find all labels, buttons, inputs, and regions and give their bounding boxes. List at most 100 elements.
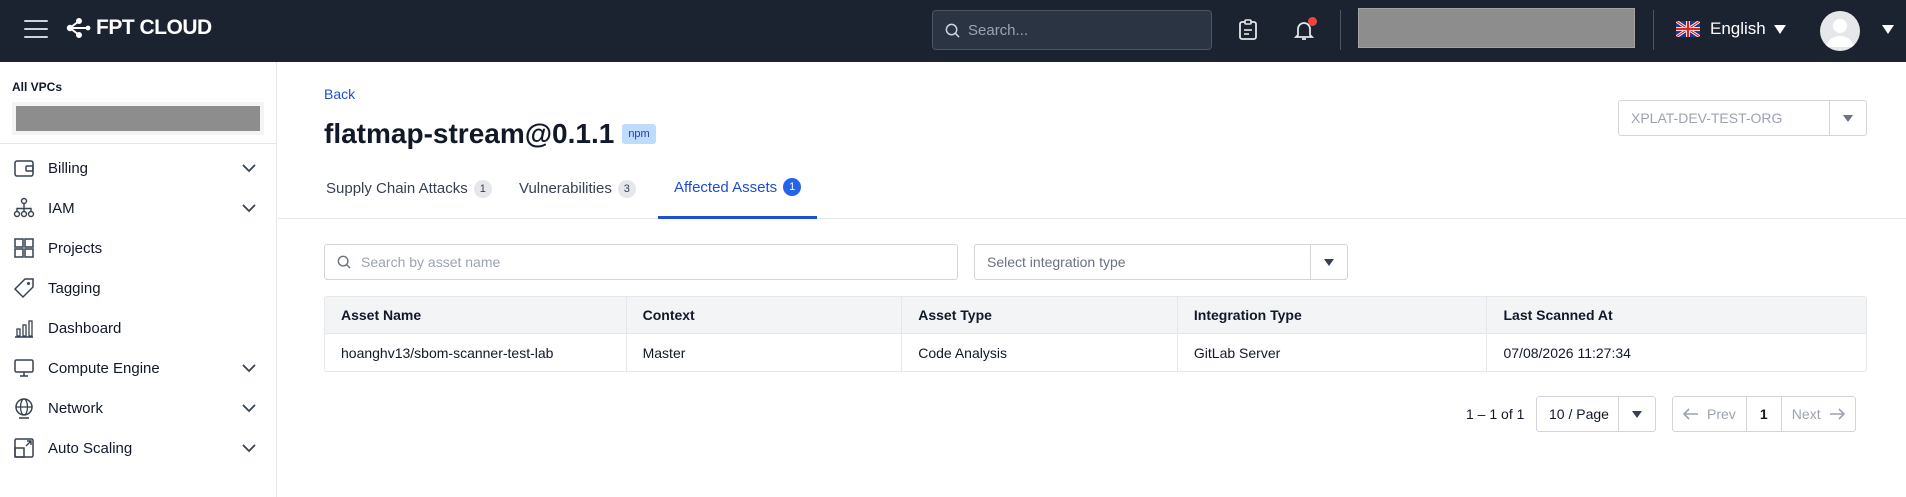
pagination: Prev 1 Next [1672, 396, 1856, 432]
monitor-icon [13, 357, 35, 379]
tab-affected-assets[interactable]: Affected Assets 1 [658, 158, 818, 219]
table-row[interactable]: hoanghv13/sbom-scanner-test-lab Master C… [325, 334, 1866, 371]
avatar[interactable] [1820, 11, 1860, 51]
vpc-label: All VPCs [12, 80, 63, 94]
language-selector[interactable]: English [1676, 19, 1786, 39]
user-icon [1826, 19, 1854, 47]
chevron-down-icon [242, 204, 256, 213]
page-title: flatmap-stream@0.1.1 npm [324, 118, 656, 150]
caret-down-icon[interactable] [1882, 25, 1894, 34]
chevron-down-icon [242, 404, 256, 413]
tab-count-badge: 1 [473, 179, 492, 198]
tab-count-badge: 1 [783, 178, 802, 196]
main-content: Back flatmap-stream@0.1.1 npm XPLAT-DEV-… [278, 62, 1906, 497]
notification-bell-icon[interactable] [1292, 17, 1317, 42]
table-header: Asset Name Context Asset Type Integratio… [325, 297, 1866, 334]
next-label: Next [1791, 406, 1821, 422]
sidebar-item-label: Projects [48, 239, 103, 257]
caret-down-icon [1773, 24, 1786, 34]
arrow-left-icon [1683, 408, 1698, 420]
fpt-logo-icon [66, 18, 91, 38]
sidebar-item-label: Billing [48, 159, 89, 177]
tab-vulnerabilities[interactable]: Vulnerabilities 3 [503, 158, 652, 219]
organization-select[interactable]: XPLAT-DEV-TEST-ORG [1618, 100, 1867, 136]
global-search[interactable] [932, 10, 1212, 50]
organization-value: XPLAT-DEV-TEST-ORG [1631, 110, 1783, 126]
divider [1340, 10, 1341, 50]
dashboard-icon [13, 317, 35, 339]
divider [1653, 10, 1654, 50]
integration-type-cell: GitLab Server [1178, 334, 1488, 371]
back-link[interactable]: Back [324, 86, 355, 102]
sidebar-item-label: Tagging [48, 279, 101, 297]
tab-count-badge: 3 [617, 179, 636, 198]
sidebar-item-label: IAM [48, 199, 75, 217]
hierarchy-icon [13, 197, 35, 219]
context-cell: Master [627, 334, 903, 371]
sidebar-item-iam[interactable]: IAM [0, 188, 276, 228]
sidebar-item-label: Network [48, 399, 104, 417]
vpc-panel: All VPCs [0, 62, 276, 144]
top-bar: FPT CLOUD English [0, 0, 1906, 62]
asset-name-cell[interactable]: hoanghv13/sbom-scanner-test-lab [325, 334, 627, 371]
vpc-selector[interactable] [12, 102, 264, 135]
account-selector[interactable] [1358, 8, 1635, 48]
tab-bar: Supply Chain Attacks 1 Vulnerabilities 3… [278, 158, 1906, 219]
last-scanned-cell: 07/08/2026 11:27:34 [1503, 344, 1631, 361]
tab-label: Supply Chain Attacks [326, 180, 468, 197]
next-page-button[interactable]: Next [1782, 397, 1855, 431]
package-name: flatmap-stream@0.1.1 [324, 118, 615, 149]
arrow-right-icon [1829, 408, 1845, 420]
asset-type-cell: Code Analysis [902, 334, 1178, 371]
brand-name: FPT CLOUD [96, 16, 212, 39]
sidebar-item-label: Auto Scaling [48, 439, 133, 457]
sidebar-item-label: Dashboard [48, 319, 122, 337]
tag-icon [13, 277, 35, 299]
caret-down-icon [1632, 410, 1642, 418]
sidebar: All VPCs Billing IAM Projects Tagging Da… [0, 62, 277, 497]
sidebar-item-label: Compute Engine [48, 359, 160, 377]
scaling-icon [13, 437, 35, 459]
notification-dot [1308, 17, 1317, 26]
affected-assets-table: Asset Name Context Asset Type Integratio… [324, 296, 1867, 372]
integration-type-dropdown-button[interactable] [1310, 245, 1347, 279]
sidebar-item-projects[interactable]: Projects [0, 228, 276, 268]
integration-type-placeholder: Select integration type [987, 254, 1126, 270]
integration-type-select[interactable]: Select integration type [974, 244, 1348, 280]
clipboard-icon[interactable] [1236, 18, 1260, 42]
projects-icon [13, 237, 35, 259]
organization-dropdown-button[interactable] [1829, 101, 1866, 135]
tab-label: Vulnerabilities [519, 180, 612, 197]
global-search-input[interactable] [968, 21, 1198, 39]
menu-icon[interactable] [24, 20, 48, 40]
wallet-icon [13, 157, 35, 179]
column-header: Asset Name [325, 297, 627, 333]
asset-search[interactable] [324, 244, 958, 280]
chevron-down-icon [242, 164, 256, 173]
column-header: Asset Type [902, 297, 1178, 333]
search-icon [945, 23, 960, 38]
sidebar-item-network[interactable]: Network [0, 388, 276, 428]
brand-logo[interactable]: FPT CLOUD [66, 16, 212, 40]
tab-label: Affected Assets [674, 178, 778, 196]
globe-icon [13, 397, 35, 419]
sidebar-item-billing[interactable]: Billing [0, 148, 276, 188]
caret-down-icon [1843, 114, 1853, 122]
column-header: Context [627, 297, 903, 333]
uk-flag-icon [1676, 21, 1700, 37]
tab-supply-chain-attacks[interactable]: Supply Chain Attacks 1 [310, 158, 508, 219]
sidebar-item-tagging[interactable]: Tagging [0, 268, 276, 308]
sidebar-nav: Billing IAM Projects Tagging Dashboard C… [0, 144, 276, 468]
page-size-select[interactable]: 10 / Page [1536, 396, 1656, 432]
sidebar-item-dashboard[interactable]: Dashboard [0, 308, 276, 348]
sidebar-item-auto-scaling[interactable]: Auto Scaling [0, 428, 276, 468]
page-number-button[interactable]: 1 [1745, 397, 1782, 431]
page-size-dropdown-button[interactable] [1618, 397, 1655, 431]
page-size-value: 10 / Page [1549, 406, 1609, 422]
sidebar-item-compute-engine[interactable]: Compute Engine [0, 348, 276, 388]
asset-search-input[interactable] [361, 254, 941, 270]
prev-page-button[interactable]: Prev [1673, 397, 1746, 431]
column-header: Last Scanned At [1503, 307, 1613, 323]
ecosystem-badge: npm [622, 124, 656, 144]
caret-down-icon [1324, 258, 1334, 266]
